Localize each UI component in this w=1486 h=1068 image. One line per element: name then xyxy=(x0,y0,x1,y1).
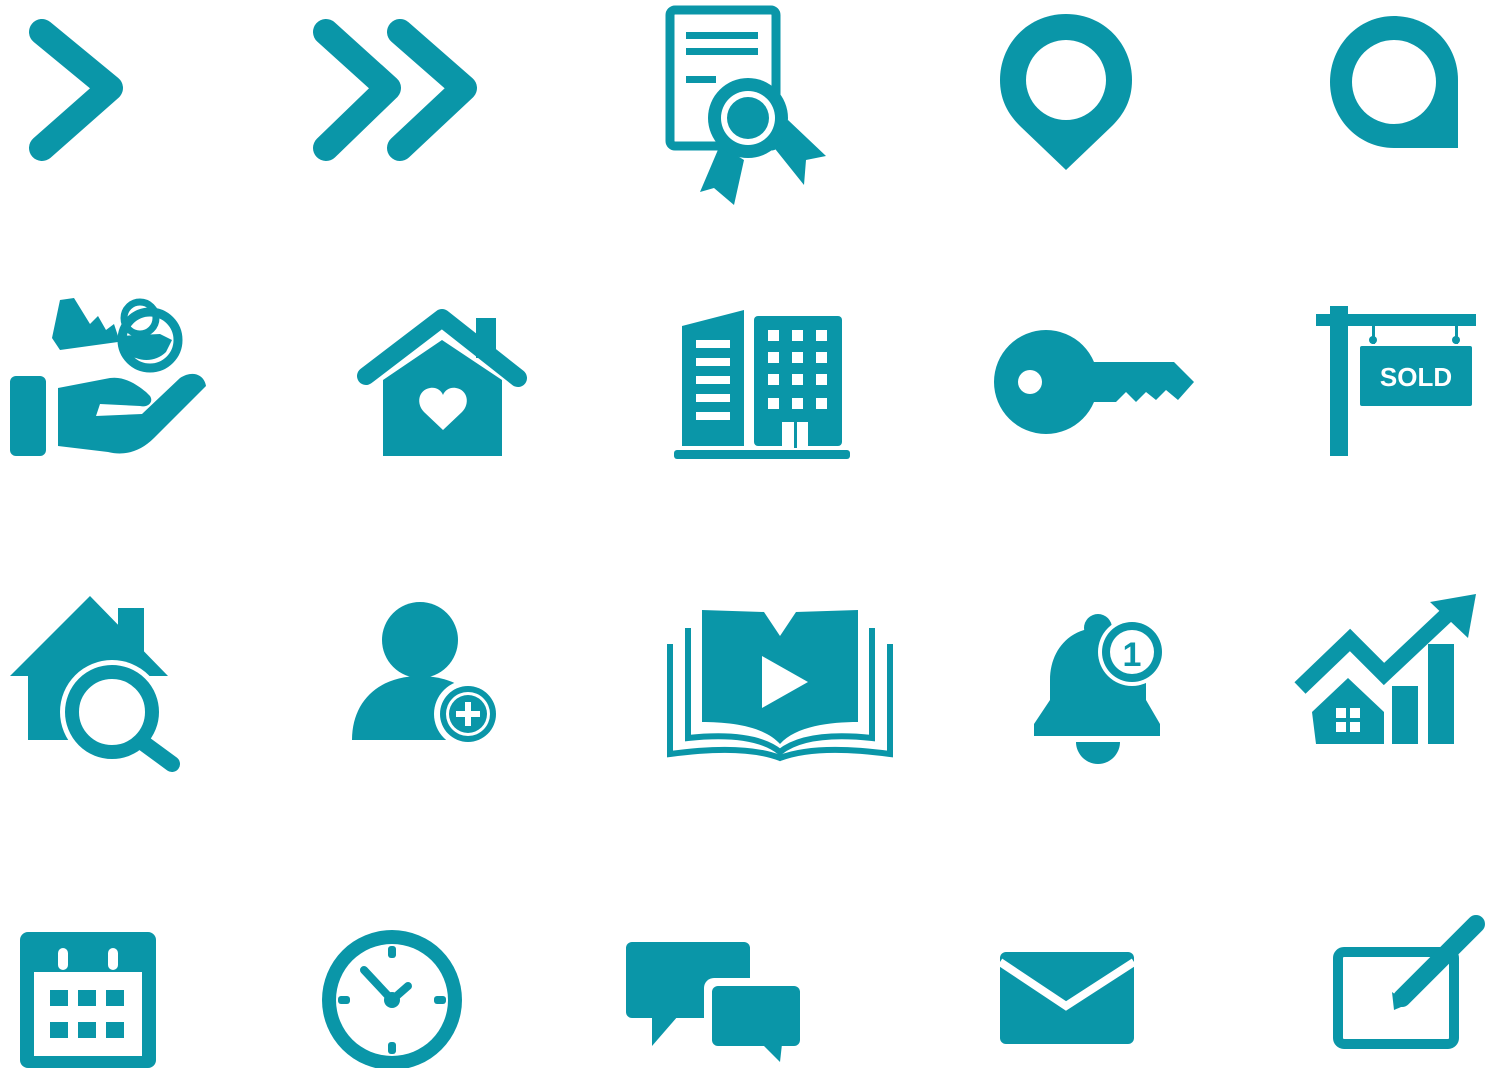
hand-key-icon xyxy=(10,298,206,456)
sold-sign-text: SOLD xyxy=(1380,362,1452,392)
property-growth-chart-icon xyxy=(1294,594,1476,744)
house-heart-icon xyxy=(357,309,527,456)
notification-bell-icon: 1 xyxy=(1034,614,1166,764)
house-search-icon xyxy=(10,596,180,772)
calendar-icon xyxy=(20,932,156,1068)
sold-sign-icon: SOLD xyxy=(1316,306,1476,456)
clock-icon xyxy=(322,930,462,1068)
location-pin-icon xyxy=(1000,14,1132,170)
location-pin-corner-icon xyxy=(1330,16,1458,148)
add-user-icon xyxy=(352,602,502,748)
key-icon xyxy=(994,330,1194,434)
chat-bubbles-icon xyxy=(626,942,806,1062)
icon-sheet: .f { fill: #0a96a8; } .w { fill: #ffffff… xyxy=(10,5,1485,1068)
office-building-icon xyxy=(674,310,850,459)
envelope-icon xyxy=(997,952,1137,1044)
double-chevron-right-icon xyxy=(313,19,477,161)
edit-tablet-icon xyxy=(1333,915,1485,1049)
notification-badge: 1 xyxy=(1123,636,1142,674)
video-book-icon xyxy=(667,610,893,762)
chevron-right-icon xyxy=(29,19,123,161)
certificate-icon xyxy=(665,5,826,205)
